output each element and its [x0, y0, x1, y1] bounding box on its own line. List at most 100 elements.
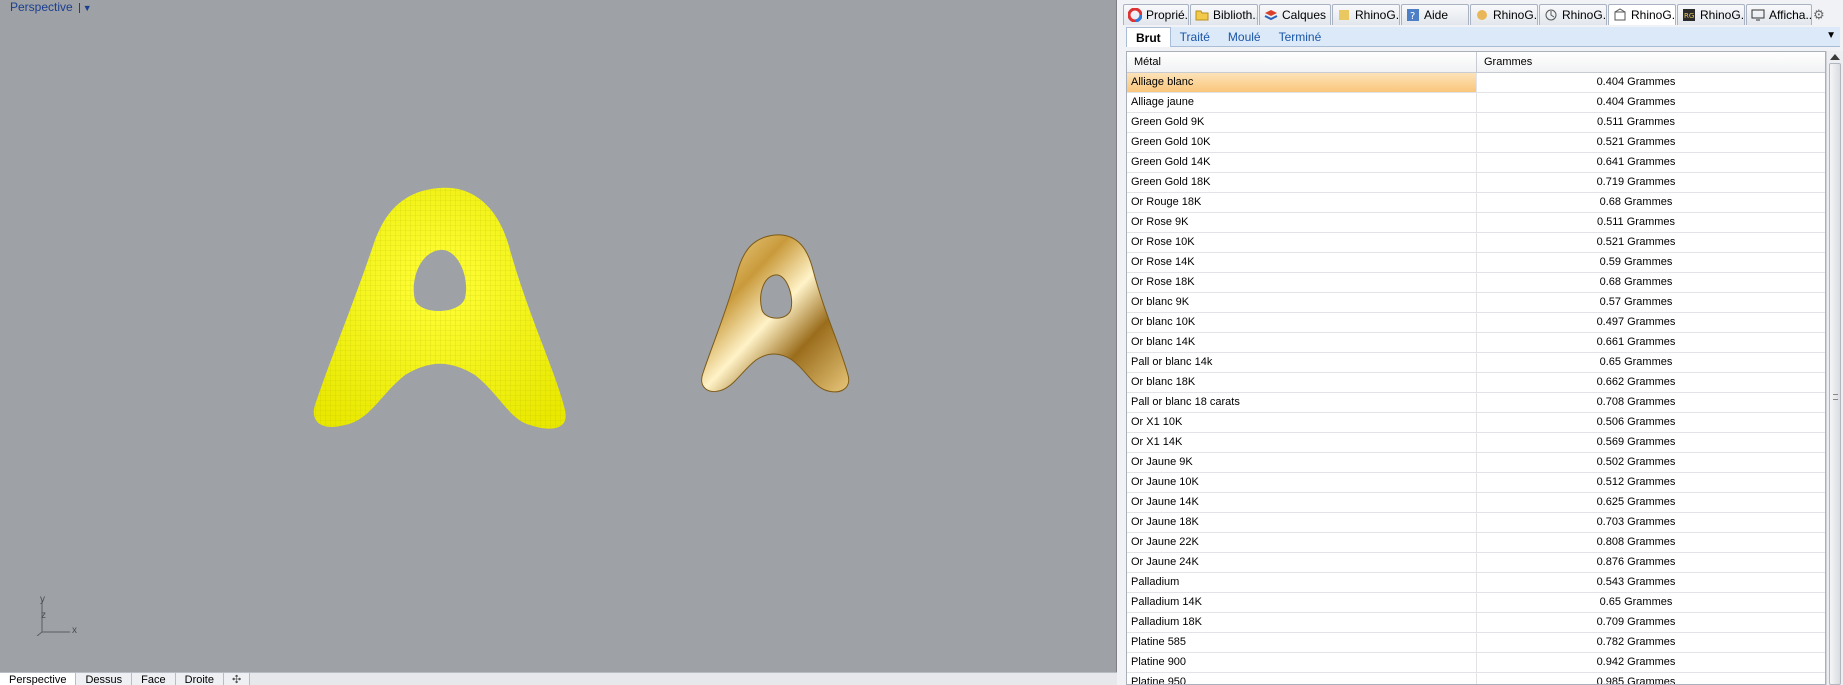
metal-name-cell: Or Jaune 10K — [1127, 473, 1477, 492]
table-row[interactable]: Or Rouge 18K 0.68 Grammes — [1127, 193, 1825, 213]
weight-cell: 0.68 Grammes — [1599, 276, 1673, 288]
tab-brut[interactable]: Brut — [1126, 26, 1171, 47]
table-row[interactable]: Or Rose 10K 0.521 Grammes — [1127, 233, 1825, 253]
table-row[interactable]: Palladium 18K 0.709 Grammes — [1127, 613, 1825, 633]
table-scrollbar[interactable] — [1826, 51, 1843, 685]
tab-rhinogold-2[interactable]: RhinoG... — [1470, 4, 1538, 25]
table-row[interactable]: Or Rose 9K 0.511 Grammes — [1127, 213, 1825, 233]
table-row[interactable]: Palladium 14K 0.65 Grammes — [1127, 593, 1825, 613]
table-row[interactable]: Pall or blanc 18 carats 0.708 Grammes — [1127, 393, 1825, 413]
viewport-title-label: Perspective — [10, 0, 73, 14]
rhinogold-icon — [1475, 8, 1489, 22]
table-row[interactable]: Platine 585 0.782 Grammes — [1127, 633, 1825, 653]
table-row[interactable]: Or Rose 14K 0.59 Grammes — [1127, 253, 1825, 273]
weight-cell: 0.543 Grammes — [1596, 576, 1676, 588]
tab-dessus[interactable]: Dessus — [76, 673, 133, 685]
axis-y-label: y — [40, 594, 45, 605]
tab-library-label: Biblioth... — [1213, 8, 1258, 22]
weight-cell: 0.521 Grammes — [1596, 236, 1676, 248]
metal-name-cell: Or Jaune 14K — [1127, 493, 1477, 512]
tab-display[interactable]: Afficha... — [1746, 4, 1812, 25]
column-header-metal[interactable]: Métal — [1127, 52, 1477, 72]
table-row[interactable]: Or X1 10K 0.506 Grammes — [1127, 413, 1825, 433]
gear-icon[interactable]: ⚙ — [1813, 4, 1825, 25]
table-row[interactable]: Alliage jaune 0.404 Grammes — [1127, 93, 1825, 113]
tab-rhinogold-1[interactable]: RhinoG... — [1332, 4, 1400, 25]
tab-face[interactable]: Face — [132, 673, 176, 685]
scroll-up-icon[interactable] — [1830, 54, 1840, 60]
weight-cell: 0.511 Grammes — [1596, 116, 1676, 128]
tab-rhinogold-4[interactable]: RhinoG... — [1608, 4, 1676, 25]
gold-letter-a[interactable] — [680, 225, 870, 405]
weight-cell: 0.942 Grammes — [1596, 656, 1676, 668]
perspective-viewport[interactable]: Perspective ▼ y z x — [0, 0, 1117, 672]
table-header: Métal Grammes — [1127, 52, 1825, 73]
weight-cell: 0.502 Grammes — [1596, 456, 1676, 468]
wireframe-letter-a[interactable] — [300, 180, 580, 440]
chevron-down-icon[interactable]: ▼ — [1826, 30, 1836, 41]
metal-name-cell: Alliage blanc — [1127, 73, 1477, 92]
table-row[interactable]: Or blanc 9K 0.57 Grammes — [1127, 293, 1825, 313]
properties-icon — [1127, 7, 1143, 23]
weight-cell: 0.808 Grammes — [1596, 536, 1676, 548]
chevron-down-icon[interactable]: ▼ — [78, 3, 92, 13]
metal-name-cell: Or Rouge 18K — [1127, 193, 1477, 212]
sub-tabs: Brut Traité Moulé Terminé ▼ — [1126, 26, 1840, 47]
tab-moule[interactable]: Moulé — [1219, 27, 1270, 47]
table-row[interactable]: Green Gold 18K 0.719 Grammes — [1127, 173, 1825, 193]
metal-name-cell: Palladium 14K — [1127, 593, 1477, 612]
metal-name-cell: Palladium 18K — [1127, 613, 1477, 632]
table-row[interactable]: Platine 950 0.985 Grammes — [1127, 673, 1825, 684]
weight-cell: 0.662 Grammes — [1596, 376, 1676, 388]
weight-cell: 0.404 Grammes — [1596, 76, 1676, 88]
tab-rhinogold-5[interactable]: RG RhinoG... — [1677, 4, 1745, 25]
table-row[interactable]: Or Rose 18K 0.68 Grammes — [1127, 273, 1825, 293]
scroll-thumb[interactable] — [1829, 63, 1841, 685]
metal-name-cell: Or blanc 14K — [1127, 333, 1477, 352]
table-row[interactable]: Or Jaune 24K 0.876 Grammes — [1127, 553, 1825, 573]
table-row[interactable]: Or Jaune 22K 0.808 Grammes — [1127, 533, 1825, 553]
metal-name-cell: Or Jaune 18K — [1127, 513, 1477, 532]
column-header-grams[interactable]: Grammes — [1477, 52, 1825, 72]
table-row[interactable]: Green Gold 14K 0.641 Grammes — [1127, 153, 1825, 173]
metal-name-cell: Or Jaune 22K — [1127, 533, 1477, 552]
metal-name-cell: Or Rose 14K — [1127, 253, 1477, 272]
table-row[interactable]: Palladium 0.543 Grammes — [1127, 573, 1825, 593]
tab-layers[interactable]: Calques — [1259, 4, 1331, 25]
viewport-title[interactable]: Perspective ▼ — [10, 0, 92, 14]
table-row[interactable]: Or blanc 10K 0.497 Grammes — [1127, 313, 1825, 333]
weight-cell: 0.719 Grammes — [1596, 176, 1676, 188]
add-viewport-icon[interactable]: ✣ — [223, 673, 251, 685]
axis-z-label: z — [41, 610, 46, 621]
table-row[interactable]: Or Jaune 9K 0.502 Grammes — [1127, 453, 1825, 473]
axes-indicator: y z x — [36, 594, 86, 637]
metal-weight-table: Métal Grammes Alliage blanc 0.404 Grammes… — [1126, 51, 1826, 685]
table-row[interactable]: Or blanc 18K 0.662 Grammes — [1127, 373, 1825, 393]
table-row[interactable]: Or X1 14K 0.569 Grammes — [1127, 433, 1825, 453]
table-row[interactable]: Or Jaune 14K 0.625 Grammes — [1127, 493, 1825, 513]
table-row[interactable]: Pall or blanc 14k 0.65 Grammes — [1127, 353, 1825, 373]
tab-traite[interactable]: Traité — [1171, 27, 1219, 47]
weight-cell: 0.625 Grammes — [1596, 496, 1676, 508]
weight-cell: 0.709 Grammes — [1596, 616, 1676, 628]
table-row[interactable]: Platine 900 0.942 Grammes — [1127, 653, 1825, 673]
metal-name-cell: Or X1 10K — [1127, 413, 1477, 432]
table-row[interactable]: Or blanc 14K 0.661 Grammes — [1127, 333, 1825, 353]
tab-droite[interactable]: Droite — [175, 673, 224, 685]
tab-rhinogold-4-label: RhinoG... — [1631, 8, 1676, 22]
tab-termine[interactable]: Terminé — [1270, 27, 1331, 47]
tab-rhinogold-3[interactable]: RhinoG... — [1539, 4, 1607, 25]
tab-library[interactable]: Biblioth... — [1190, 4, 1258, 25]
table-row[interactable]: Or Jaune 10K 0.512 Grammes — [1127, 473, 1825, 493]
table-row[interactable]: Green Gold 10K 0.521 Grammes — [1127, 133, 1825, 153]
metal-name-cell: Green Gold 10K — [1127, 133, 1477, 152]
tab-rhinogold-1-label: RhinoG... — [1355, 8, 1400, 22]
weight-cell: 0.782 Grammes — [1596, 636, 1676, 648]
table-row[interactable]: Alliage blanc 0.404 Grammes — [1127, 73, 1825, 93]
tab-help[interactable]: ? Aide — [1401, 4, 1469, 25]
table-row[interactable]: Green Gold 9K 0.511 Grammes — [1127, 113, 1825, 133]
metal-name-cell: Green Gold 9K — [1127, 113, 1477, 132]
table-row[interactable]: Or Jaune 18K 0.703 Grammes — [1127, 513, 1825, 533]
tab-perspective[interactable]: Perspective — [0, 673, 77, 685]
tab-properties[interactable]: Proprié... — [1123, 4, 1189, 25]
